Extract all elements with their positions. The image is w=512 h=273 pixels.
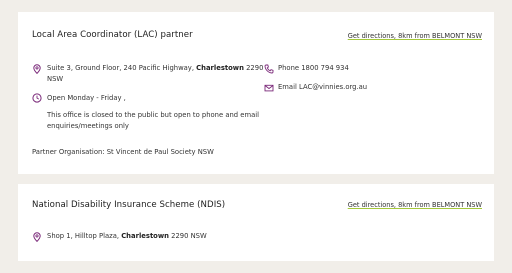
mail-icon xyxy=(264,83,274,93)
lac-partner-card: Local Area Coordinator (LAC) partner Get… xyxy=(18,12,494,174)
map-pin-icon xyxy=(32,64,42,74)
phone-icon xyxy=(264,64,274,74)
office-address: Suite 3, Ground Floor, 240 Pacific Highw… xyxy=(47,64,264,83)
partner-organisation: Partner Organisation: St Vincent de Paul… xyxy=(32,148,214,156)
office-address: Shop 1, Hilltop Plaza, Charlestown 2290 … xyxy=(47,232,207,240)
ndis-card: National Disability Insurance Scheme (ND… xyxy=(18,184,494,261)
card-title: Local Area Coordinator (LAC) partner xyxy=(32,30,193,40)
phone-link[interactable]: Phone 1800 794 934 xyxy=(278,63,349,74)
card-title: National Disability Insurance Scheme (ND… xyxy=(32,200,226,210)
get-directions-link[interactable]: Get directions, 8km from BELMONT NSW xyxy=(348,32,482,40)
opening-hours: Open Monday - Friday , xyxy=(47,94,126,102)
clock-icon xyxy=(32,93,42,103)
get-directions-link[interactable]: Get directions, 8km from BELMONT NSW xyxy=(348,201,482,209)
map-pin-icon xyxy=(32,232,42,242)
email-link[interactable]: Email LAC@vinnies.org.au xyxy=(278,82,367,93)
office-note: This office is closed to the public but … xyxy=(47,111,260,130)
